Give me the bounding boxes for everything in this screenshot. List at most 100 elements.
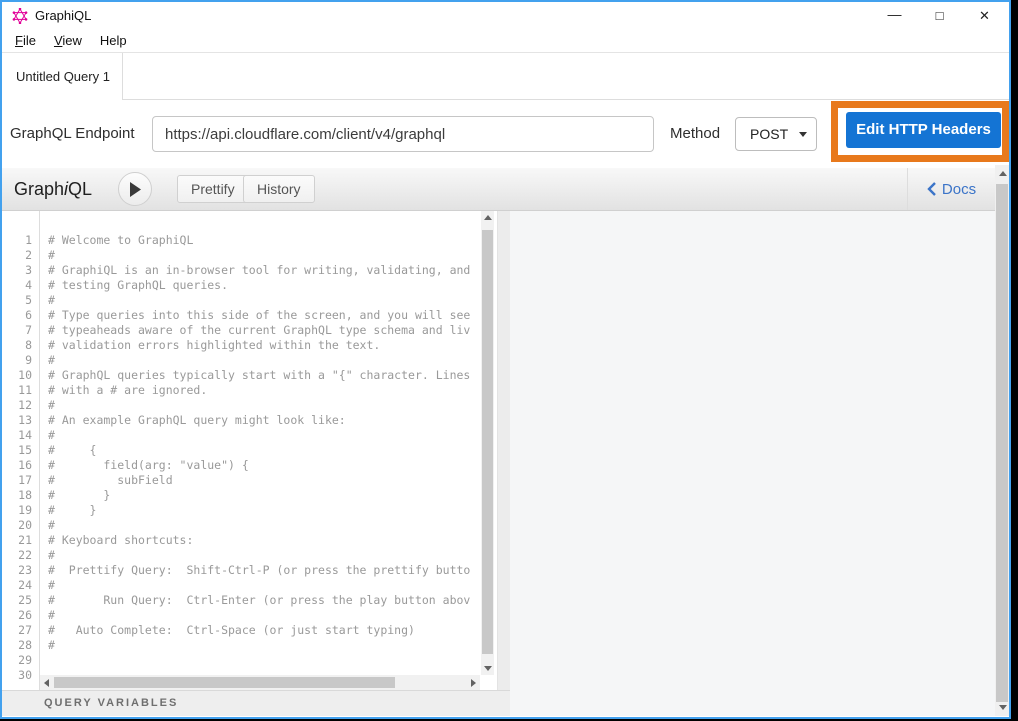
endpoint-label: GraphQL Endpoint — [10, 100, 135, 168]
tab-strip: Untitled Query 1 — [2, 52, 1009, 100]
line-number: 20 — [2, 518, 39, 533]
code-line: # with a # are ignored. — [41, 383, 481, 398]
editor-hscroll-thumb[interactable] — [54, 677, 395, 688]
query-variables-bar[interactable]: QUERY VARIABLES — [2, 690, 510, 716]
app-window: GraphiQL — □ ✕ File View Help Untitled Q… — [0, 0, 1011, 719]
code-line: # — [41, 398, 481, 413]
code-line: # — [41, 638, 481, 653]
code-line: # GraphQL queries typically start with a… — [41, 368, 481, 383]
scroll-left-icon[interactable] — [40, 676, 53, 689]
logo-post: QL — [68, 179, 92, 199]
code-line: # — [41, 518, 481, 533]
menu-file[interactable]: File — [6, 30, 45, 52]
code-line: # validation errors highlighted within t… — [41, 338, 481, 353]
tab-untitled-query-1[interactable]: Untitled Query 1 — [2, 53, 123, 100]
chevron-left-icon — [927, 182, 936, 196]
code-line: # Run Query: Ctrl-Enter (or press the pl… — [41, 593, 481, 608]
editor-horizontal-scrollbar[interactable] — [40, 675, 480, 690]
menu-bar: File View Help — [2, 30, 1009, 52]
app-vertical-scrollbar[interactable] — [995, 165, 1009, 716]
line-number: 3 — [2, 263, 39, 278]
code-line: # testing GraphQL queries. — [41, 278, 481, 293]
method-select[interactable]: POST — [735, 117, 817, 151]
line-number: 5 — [2, 293, 39, 308]
editor-vscroll-thumb[interactable] — [482, 230, 493, 654]
code-line: # } — [41, 488, 481, 503]
run-query-button[interactable] — [118, 172, 152, 206]
code-line: # — [41, 353, 481, 368]
scroll-up-icon[interactable] — [996, 167, 1009, 180]
line-number: 7 — [2, 323, 39, 338]
prettify-button[interactable]: Prettify — [177, 175, 249, 203]
code-line: # field(arg: "value") { — [41, 458, 481, 473]
scroll-up-icon[interactable] — [481, 211, 494, 224]
line-number: 29 — [2, 653, 39, 668]
code-line: # — [41, 548, 481, 563]
line-number: 6 — [2, 308, 39, 323]
code-line: # Prettify Query: Shift-Ctrl-P (or press… — [41, 563, 481, 578]
line-number: 24 — [2, 578, 39, 593]
history-button[interactable]: History — [243, 175, 315, 203]
line-number: 4 — [2, 278, 39, 293]
graphiql-wordmark: GraphiQL — [14, 168, 92, 210]
line-number: 25 — [2, 593, 39, 608]
line-number: 11 — [2, 383, 39, 398]
window-title: GraphiQL — [35, 2, 91, 30]
pane-divider[interactable] — [497, 211, 510, 690]
line-number: 9 — [2, 353, 39, 368]
code-line: # — [41, 578, 481, 593]
line-number: 8 — [2, 338, 39, 353]
tab-strip-filler — [123, 53, 1009, 100]
scroll-down-icon[interactable] — [996, 701, 1009, 714]
code-line: # { — [41, 443, 481, 458]
play-icon — [129, 182, 142, 197]
window-controls: — □ ✕ — [872, 2, 1007, 30]
line-number: 12 — [2, 398, 39, 413]
line-number: 13 — [2, 413, 39, 428]
line-number: 10 — [2, 368, 39, 383]
code-line: # — [41, 248, 481, 263]
code-line: # An example GraphQL query might look li… — [41, 413, 481, 428]
editor-vertical-scrollbar[interactable] — [481, 211, 494, 675]
line-number: 2 — [2, 248, 39, 263]
code-line: # — [41, 428, 481, 443]
line-number: 17 — [2, 473, 39, 488]
docs-label: Docs — [942, 181, 976, 198]
result-panel — [510, 211, 995, 716]
query-editor[interactable]: 1234567891011121314151617181920212223242… — [2, 211, 497, 690]
method-label: Method — [670, 100, 720, 168]
line-number-gutter: 1234567891011121314151617181920212223242… — [2, 211, 40, 690]
code-line: # — [41, 608, 481, 623]
dropdown-caret-icon — [799, 132, 807, 137]
code-lines[interactable]: # Welcome to GraphiQL## GraphiQL is an i… — [41, 211, 481, 690]
line-number: 19 — [2, 503, 39, 518]
code-line: # Type queries into this side of the scr… — [41, 308, 481, 323]
code-line: # } — [41, 503, 481, 518]
docs-toggle[interactable]: Docs — [907, 168, 995, 210]
edit-http-headers-button[interactable]: Edit HTTP Headers — [846, 112, 1001, 148]
line-number: 27 — [2, 623, 39, 638]
query-variables-title: QUERY VARIABLES — [44, 691, 510, 716]
line-number: 14 — [2, 428, 39, 443]
line-number: 26 — [2, 608, 39, 623]
close-button[interactable]: ✕ — [962, 2, 1007, 30]
code-line: # GraphiQL is an in-browser tool for wri… — [41, 263, 481, 278]
line-number: 21 — [2, 533, 39, 548]
line-number: 1 — [2, 233, 39, 248]
line-number: 23 — [2, 563, 39, 578]
menu-help[interactable]: Help — [91, 30, 136, 52]
line-number: 16 — [2, 458, 39, 473]
graphql-logo-icon — [12, 8, 28, 24]
title-bar: GraphiQL — □ ✕ — [2, 2, 1009, 30]
code-line: # Auto Complete: Ctrl-Space (or just sta… — [41, 623, 481, 638]
menu-view[interactable]: View — [45, 30, 91, 52]
endpoint-input[interactable] — [152, 116, 654, 152]
app-scroll-thumb[interactable] — [996, 184, 1008, 702]
maximize-button[interactable]: □ — [917, 2, 962, 30]
scroll-right-icon[interactable] — [467, 676, 480, 689]
line-number: 28 — [2, 638, 39, 653]
graphiql-toolbar: GraphiQL Prettify History Docs — [2, 168, 995, 211]
method-selected-value: POST — [750, 118, 788, 150]
minimize-button[interactable]: — — [872, 2, 917, 30]
scroll-down-icon[interactable] — [481, 662, 494, 675]
